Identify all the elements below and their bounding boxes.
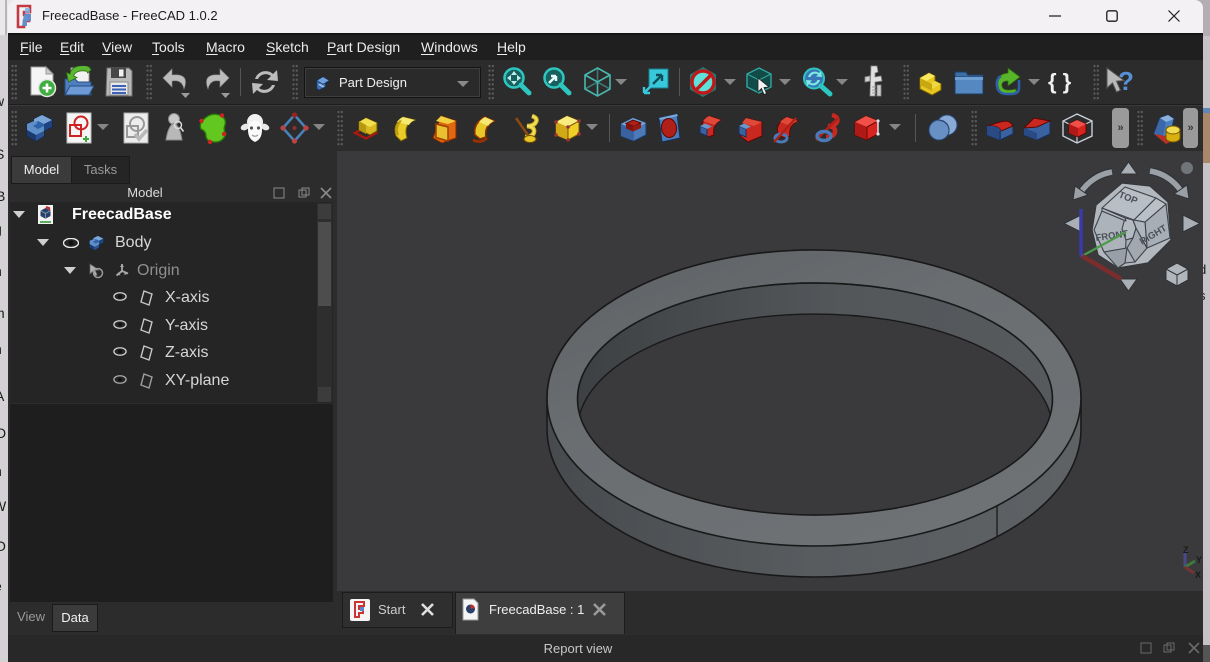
svg-text:X: X (1195, 570, 1201, 580)
svg-text:Z: Z (1183, 545, 1189, 555)
svg-text:Y: Y (1196, 555, 1202, 565)
